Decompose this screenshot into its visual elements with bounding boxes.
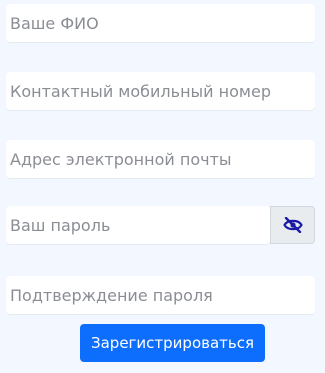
password-confirm-field[interactable] — [6, 276, 315, 314]
full-name-field[interactable] — [6, 4, 315, 42]
email-input[interactable] — [6, 140, 315, 178]
email-field[interactable] — [6, 140, 315, 178]
password-confirm-input[interactable] — [6, 276, 315, 314]
phone-input[interactable] — [6, 72, 315, 110]
password-field[interactable] — [6, 206, 270, 244]
eye-slash-icon — [282, 217, 303, 233]
toggle-password-visibility-button[interactable] — [270, 206, 315, 244]
full-name-input[interactable] — [6, 4, 315, 42]
phone-field[interactable] — [6, 72, 315, 110]
password-input[interactable] — [6, 206, 270, 244]
register-button[interactable]: Зарегистрироваться — [80, 324, 265, 362]
